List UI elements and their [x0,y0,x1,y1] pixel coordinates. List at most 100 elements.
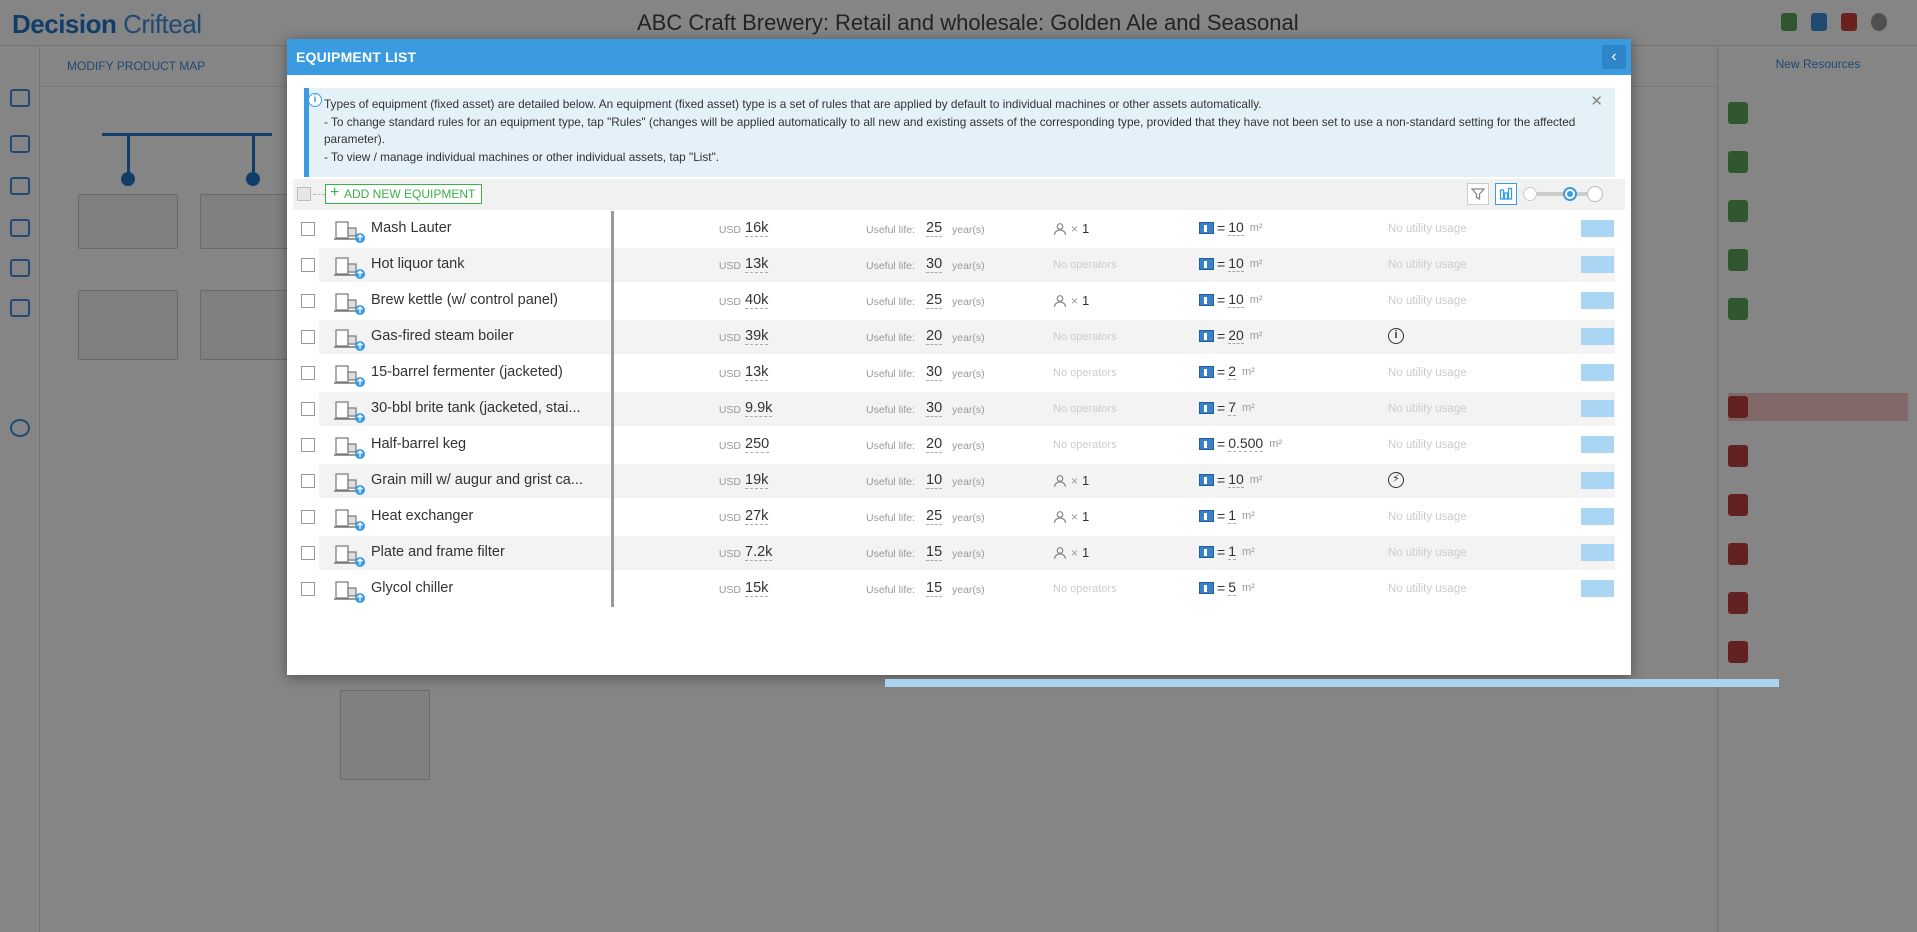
equipment-cost[interactable]: 15k [745,580,769,597]
operators-cell[interactable]: × 1 [1053,509,1089,524]
filter-icon[interactable] [1467,183,1489,205]
equipment-cost[interactable]: 19k [745,472,769,489]
table-row[interactable]: 30-bbl brite tank (jacketed, stai... USD 9… [293,391,1625,427]
close-icon[interactable]: ✕ [1590,92,1603,110]
area-cell[interactable]: = 2 m² [1199,363,1255,380]
no-utility-label[interactable]: No utility usage [1388,259,1467,271]
list-button[interactable] [1581,400,1614,417]
table-row[interactable]: 15-barrel fermenter (jacketed) USD 13k Usef… [293,355,1625,391]
power-icon[interactable]: ⚡ [1388,472,1404,488]
no-utility-label[interactable]: No utility usage [1388,547,1467,559]
add-new-equipment-button[interactable]: + ADD NEW EQUIPMENT [325,184,483,204]
info-panel: i Types of equipment (fixed asset) are d… [304,88,1615,177]
useful-life-value[interactable]: 25 [926,508,943,525]
no-utility-label[interactable]: No utility usage [1388,367,1467,379]
list-button[interactable] [1581,220,1614,237]
op-times: × [1071,509,1079,524]
no-utility-label[interactable]: No utility usage [1388,583,1467,595]
operator-count: 1 [1082,293,1090,308]
table-row[interactable]: Half-barrel keg USD 250 Useful life: 20 year(… [293,427,1625,463]
no-operators-label[interactable]: No operators [1053,367,1117,379]
no-operators-label[interactable]: No operators [1053,403,1117,415]
useful-life-value[interactable]: 30 [926,364,943,381]
no-utility-label[interactable]: No utility usage [1388,403,1467,415]
no-utility-label[interactable]: No utility usage [1388,511,1467,523]
list-button[interactable] [1581,472,1614,489]
table-row[interactable]: Hot liquor tank USD 13k Useful life: 30 year(… [293,247,1625,283]
area-unit: m² [1241,509,1255,522]
equipment-cost[interactable]: 13k [745,256,769,273]
useful-life-value[interactable]: 10 [926,472,943,489]
area-unit: m² [1249,329,1263,342]
area-cell[interactable]: = 1 m² [1199,543,1255,560]
lock-icon[interactable] [1523,187,1537,201]
person-icon [1053,222,1067,235]
operators-cell[interactable]: × 1 [1053,473,1089,488]
equipment-cost[interactable]: 13k [745,364,769,381]
info-line: - To view / manage individual machines o… [324,149,720,164]
useful-life-value[interactable]: 25 [926,220,943,237]
table-row[interactable]: Plate and frame filter USD 7.2k Useful life… [293,535,1625,571]
bar-chart-icon[interactable] [1495,183,1517,205]
area-cell[interactable]: = 0.500 m² [1199,435,1282,452]
no-operators-label[interactable]: No operators [1053,331,1117,343]
no-utility-label[interactable]: No utility usage [1388,223,1467,235]
useful-life-value[interactable]: 15 [926,580,943,597]
table-row[interactable]: Gas-fired steam boiler USD 39k Useful life:… [293,319,1625,355]
floor-area-icon [1199,437,1214,450]
area-cell[interactable]: = 7 m² [1199,399,1255,416]
equipment-cost[interactable]: 7.2k [745,544,773,561]
table-row[interactable]: Mash Lauter USD 16k Useful life: 25 year(s) × 1… [293,211,1625,247]
equipment-cost[interactable]: 27k [745,508,769,525]
table-row[interactable]: Heat exchanger USD 27k Useful life: 25 year(s… [293,499,1625,535]
useful-life-value[interactable]: 30 [926,256,943,273]
area-cell[interactable]: = 10 m² [1199,255,1263,272]
no-operators-label[interactable]: No operators [1053,439,1117,451]
operators-cell[interactable]: × 1 [1053,545,1089,560]
list-button[interactable] [1581,544,1614,561]
equipment-cost[interactable]: 250 [745,436,770,453]
table-row[interactable]: Glycol chiller USD 15k Useful life: 15 year(s… [293,571,1625,607]
slider-knob[interactable] [1563,187,1577,201]
useful-life-value[interactable]: 20 [926,436,943,453]
plus-icon: + [330,184,340,201]
operators-cell[interactable]: × 1 [1053,293,1089,308]
useful-life-value[interactable]: 25 [926,292,943,309]
list-button[interactable] [1581,508,1614,525]
no-operators-label[interactable]: No operators [1053,583,1117,595]
no-operators-label[interactable]: No operators [1053,259,1117,271]
useful-life-value[interactable]: 30 [926,400,943,417]
no-utility-label[interactable]: No utility usage [1388,295,1467,307]
equipment-cost[interactable]: 39k [745,328,769,345]
area-cell[interactable]: = 5 m² [1199,579,1255,596]
list-button[interactable] [1581,436,1614,453]
view-slider[interactable] [1523,183,1603,205]
no-utility-label[interactable]: No utility usage [1388,439,1467,451]
info-circle-icon[interactable]: i [1388,328,1404,344]
area-cell[interactable]: = 10 m² [1199,219,1263,236]
area-cell[interactable]: = 10 m² [1199,291,1263,308]
equipment-cost[interactable]: 16k [745,220,769,237]
select-all-checkbox[interactable] [297,187,311,201]
equipment-cost[interactable]: 9.9k [745,400,773,417]
area-value: 10 [1228,291,1244,308]
list-button[interactable] [1581,328,1614,345]
list-button[interactable] [1581,364,1614,381]
useful-life-value[interactable]: 20 [926,328,943,345]
area-cell[interactable]: = 1 m² [1199,507,1255,524]
table-row[interactable]: Grain mill w/ augur and grist ca... USD 19… [293,463,1625,499]
slider-end[interactable] [1587,186,1603,202]
table-row[interactable]: Brew kettle (w/ control panel) USD 40k Usef… [293,283,1625,319]
useful-life-label: Useful life: [866,476,916,488]
area-cell[interactable]: = 20 m² [1199,327,1263,344]
area-cell[interactable]: = 10 m² [1199,471,1263,488]
operators-cell[interactable]: × 1 [1053,221,1089,236]
list-button[interactable] [1581,580,1614,597]
area-value: 1 [1228,507,1236,524]
horizontal-scrollbar[interactable] [885,679,1779,687]
equipment-cost[interactable]: 40k [745,292,769,309]
list-button[interactable] [1581,256,1614,273]
useful-life-value[interactable]: 15 [926,544,943,561]
list-button[interactable] [1581,292,1614,309]
chevron-left-icon[interactable]: ‹ [1602,45,1626,69]
